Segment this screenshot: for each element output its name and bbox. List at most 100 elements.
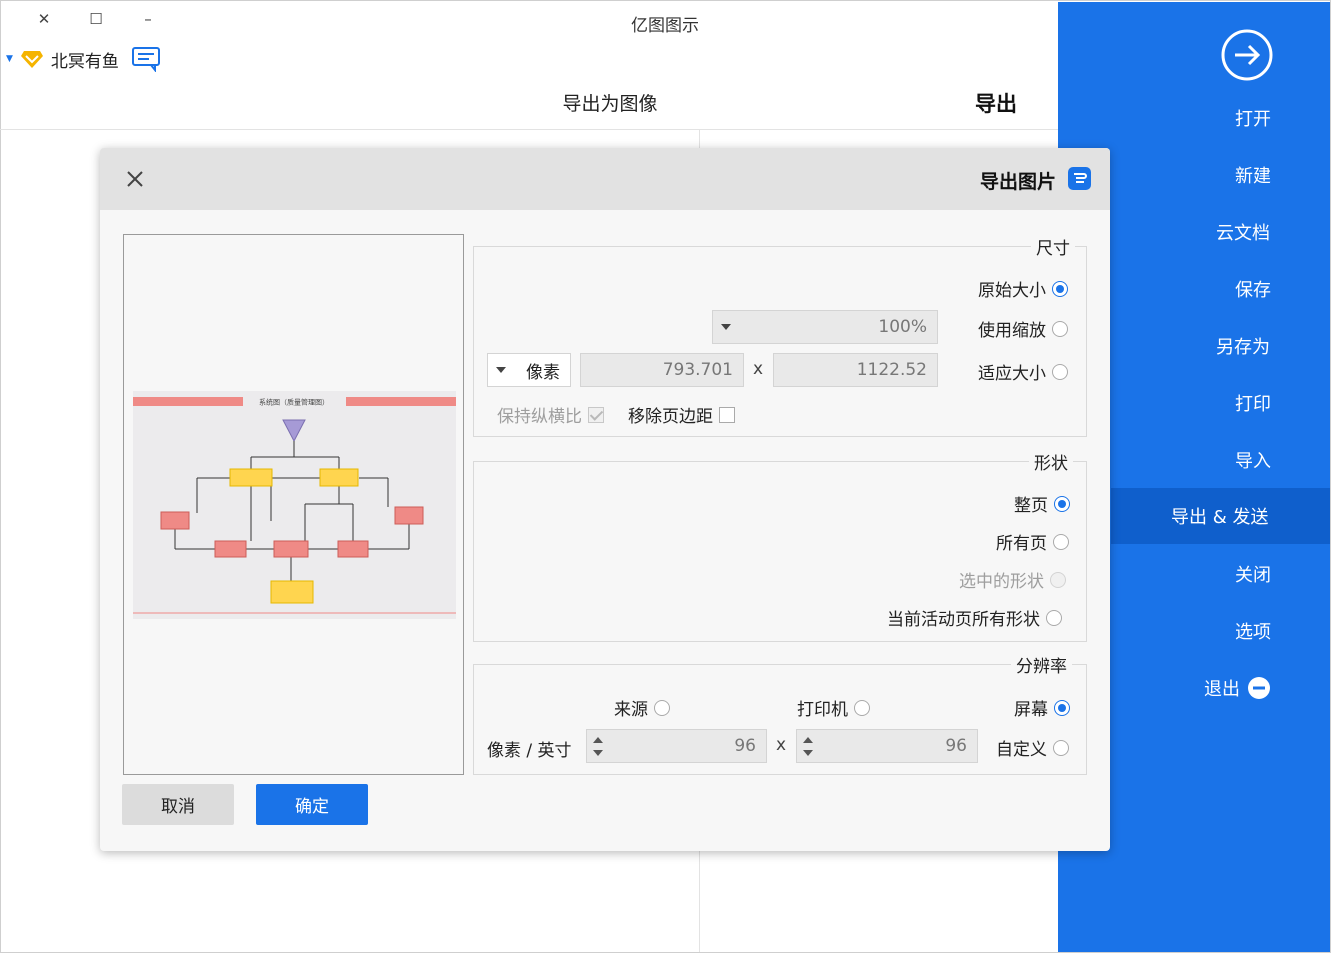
vip-diamond-icon [19,48,45,70]
original-size-option[interactable]: 原始大小 [978,276,1068,301]
user-area[interactable]: ▼ 北冥有鱼 [6,46,161,72]
export-image-heading: 导出为图像 [562,93,658,115]
current-page-shapes-radio[interactable] [1046,609,1062,626]
dropdown-arrow-icon [721,324,731,330]
export-image-dialog: 导出图片 系统图（质量管理图） 尺寸 原始大小 100% 使用缩放 像素 793… [100,148,1110,851]
keep-ratio-option[interactable]: 保持纵横比 [497,402,604,427]
sidebar-item-label: 另存为 [1216,337,1270,358]
message-icon[interactable] [131,46,161,72]
remove-margin-label: 移除页边距 [628,407,713,427]
screen-radio[interactable] [1054,699,1070,716]
all-pages-option[interactable]: 所有页 [996,529,1069,554]
maximize-window-button[interactable]: ☐ [70,8,122,30]
stepper-icon[interactable] [803,735,813,759]
back-button[interactable] [1219,27,1275,83]
selected-shapes-radio[interactable] [1050,571,1066,588]
dropdown-arrow-icon [496,367,506,373]
whole-page-option[interactable]: 整页 [1014,491,1070,516]
fit-size-option[interactable]: 适应大小 [978,359,1068,384]
keep-ratio-checkbox[interactable] [588,406,604,423]
use-zoom-radio[interactable] [1052,320,1068,337]
dpi-unit-label: 像素 / 英寸 [487,741,572,761]
sidebar-item-open[interactable]: 打开 [1058,90,1330,146]
fit-size-label: 适应大小 [978,364,1046,384]
sidebar-item-label: 选项 [1235,622,1271,643]
size-group: 尺寸 原始大小 100% 使用缩放 像素 793.701 x 1122.52 适… [473,234,1087,437]
custom-radio[interactable] [1053,739,1069,756]
minimize-window-button[interactable]: – [122,8,174,30]
sidebar-item-label: 导出 & 发送 [1171,507,1269,528]
dialog-title: 导出图片 [980,171,1057,193]
screen-option[interactable]: 屏幕 [1014,695,1070,720]
cancel-button[interactable]: 取消 [122,784,234,825]
width-input[interactable]: 1122.52 [773,353,938,387]
whole-page-radio[interactable] [1054,495,1070,512]
zoom-value: 100% [878,317,927,337]
app-logo-icon [1068,167,1091,190]
diagram-preview: 系统图（质量管理图） [133,391,456,619]
dpi-x-input[interactable]: 96 [796,729,978,763]
use-zoom-option[interactable]: 使用缩放 [978,316,1068,341]
resolution-group-title: 分辨率 [1011,652,1072,677]
caret-down-icon[interactable]: ▼ [6,54,13,64]
all-pages-label: 所有页 [996,534,1047,554]
dialog-header: 导出图片 [100,148,1110,210]
whole-page-label: 整页 [1014,496,1048,516]
dialog-close-button[interactable] [122,166,148,192]
keep-ratio-label: 保持纵横比 [497,407,582,427]
dpi-y-value: 96 [734,736,756,756]
original-size-radio[interactable] [1052,280,1068,297]
printer-label: 打印机 [797,700,848,720]
ok-button[interactable]: 确定 [256,784,368,825]
unit-value: 像素 [526,362,560,383]
all-pages-radio[interactable] [1053,533,1069,550]
source-option[interactable]: 来源 [614,695,670,720]
source-label: 来源 [614,700,648,720]
width-value: 1122.52 [856,360,927,380]
times-sign: x [776,735,787,755]
window-controls: ✕ ☐ – [18,8,174,30]
export-heading: 导出 [975,92,1017,116]
export-header: 导出为图像 导出 [0,76,1058,130]
sidebar-item-label: 打开 [1235,109,1271,130]
dpi-x-value: 96 [945,736,967,756]
selected-shapes-option[interactable]: 选中的形状 [959,567,1066,592]
custom-option[interactable]: 自定义 [996,735,1069,760]
size-group-title: 尺寸 [1031,234,1075,259]
source-radio[interactable] [654,699,670,716]
close-icon [127,171,143,187]
zoom-select[interactable]: 100% [712,310,938,344]
remove-margin-checkbox[interactable] [719,406,735,423]
sidebar-item-label: 云文档 [1216,223,1270,244]
user-name[interactable]: 北冥有鱼 [51,47,119,72]
shape-group-title: 形状 [1029,449,1073,474]
fit-size-radio[interactable] [1052,363,1068,380]
unit-select[interactable]: 像素 [487,353,571,387]
sidebar-item-label: 新建 [1235,166,1271,187]
printer-option[interactable]: 打印机 [797,695,870,720]
stepper-icon[interactable] [593,735,603,759]
shape-group: 形状 整页 所有页 选中的形状 当前活动页所有形状 [473,449,1087,642]
close-window-button[interactable]: ✕ [18,8,70,30]
printer-radio[interactable] [854,699,870,716]
preview-pane: 系统图（质量管理图） [123,234,464,775]
custom-label: 自定义 [996,740,1047,760]
sidebar-item-export-send[interactable]: 导出 & 发送 [1111,488,1330,544]
diagram-title: 系统图（质量管理图） [259,398,329,407]
sidebar-item-label: 退出 [1204,679,1240,700]
screen-label: 屏幕 [1014,700,1048,720]
sidebar-item-label: 导入 [1235,451,1271,472]
original-size-label: 原始大小 [978,281,1046,301]
dpi-y-input[interactable]: 96 [586,729,767,763]
times-sign: x [753,359,764,379]
remove-margin-option[interactable]: 移除页边距 [628,402,735,427]
exit-icon [1247,676,1271,700]
resolution-group: 分辨率 来源 打印机 屏幕 像素 / 英寸 96 x 96 自定义 [473,652,1087,775]
sidebar-item-label: 保存 [1235,280,1271,301]
app-title: 亿图图示 [631,16,699,36]
sidebar-item-label: 关闭 [1235,565,1271,586]
current-page-shapes-option[interactable]: 当前活动页所有形状 [887,605,1062,630]
sidebar-item-label: 打印 [1235,394,1271,415]
height-input[interactable]: 793.701 [580,353,744,387]
arrow-right-circle-icon [1221,29,1273,81]
